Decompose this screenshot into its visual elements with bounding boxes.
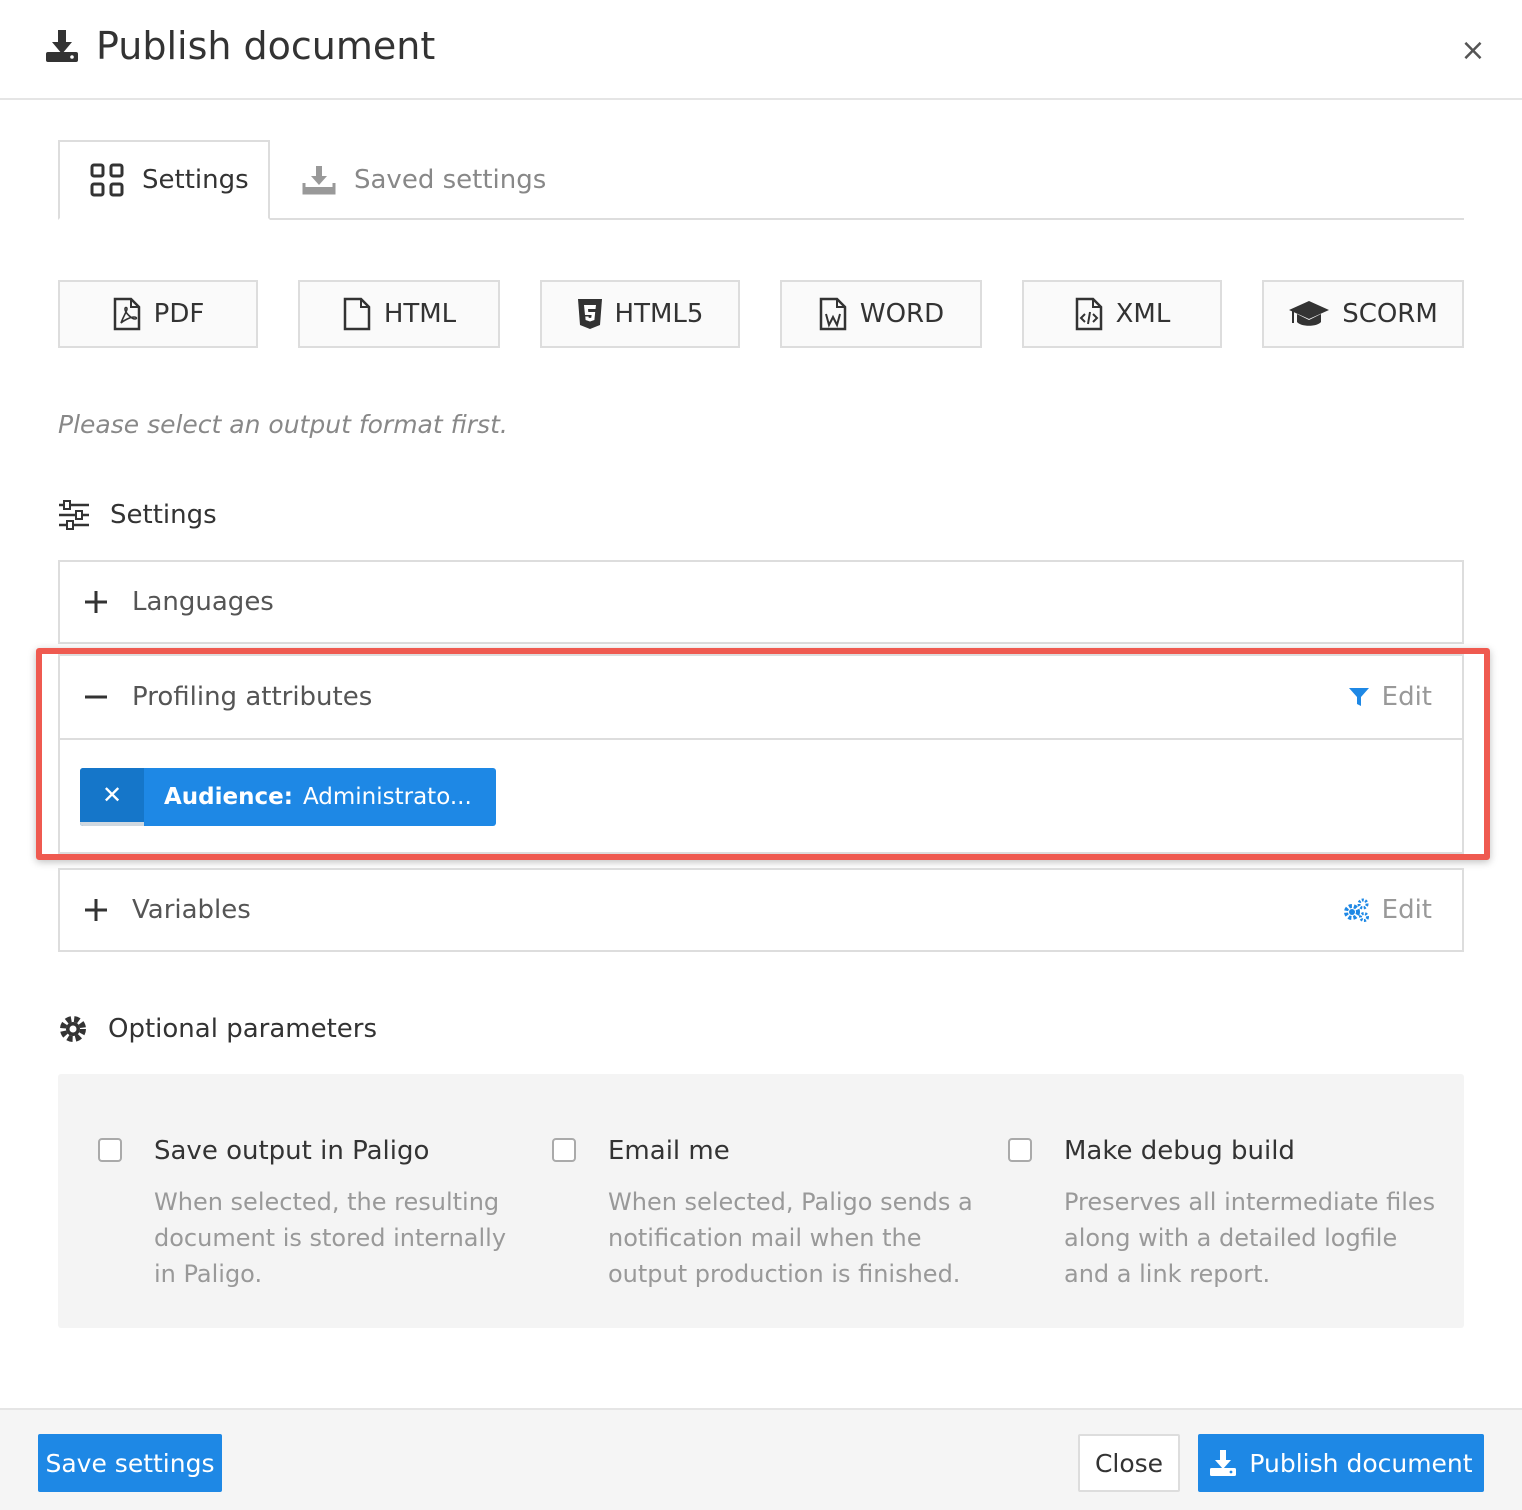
debug-build-title: Make debug build [1064,1136,1295,1166]
email-me-description: When selected, Paligo sends a notificati… [608,1188,973,1288]
format-html5-label: HTML5 [614,299,704,329]
grid-icon [90,163,124,197]
tab-saved-settings-label: Saved settings [354,165,547,195]
optional-parameters-heading: Optional parameters [58,1014,377,1044]
optional-parameters-box: Save output in Paligo When selected, the… [58,1074,1464,1328]
dialog-header: Publish document × [0,0,1522,100]
profiling-attributes-row[interactable]: Profiling attributes Edit [60,656,1462,740]
download-icon [1210,1450,1237,1476]
audience-filter-chip: ✕ Audience: Administrato... [80,768,496,826]
format-pdf-label: PDF [153,299,205,329]
pdf-file-icon [113,297,140,331]
format-xml-button[interactable]: XML [1022,280,1222,348]
format-html-label: HTML [383,299,457,329]
file-icon [343,297,371,331]
languages-panel: Languages [58,560,1464,644]
format-xml-label: XML [1115,299,1171,329]
sliders-icon [59,500,89,530]
close-button-label: Close [1094,1448,1164,1478]
publish-document-label: Publish document [1249,1448,1473,1478]
variables-label: Variables [132,895,251,925]
close-icon[interactable]: × [1458,34,1488,68]
tab-settings-label: Settings [142,165,249,195]
variables-panel: Variables Edit [58,868,1464,952]
format-word-label: WORD [859,299,945,329]
close-button[interactable]: Close [1078,1434,1180,1492]
download-icon [46,30,78,62]
graduation-cap-icon [1289,301,1330,326]
format-scorm-button[interactable]: SCORM [1262,280,1464,348]
optional-parameters-label: Optional parameters [108,1014,378,1044]
debug-build-checkbox[interactable] [1008,1138,1032,1162]
settings-heading-label: Settings [110,500,217,530]
tab-bar: Settings Saved settings [58,140,1464,220]
languages-row[interactable]: Languages [60,562,1462,642]
profiling-attributes-label: Profiling attributes [132,682,373,712]
chip-value: Administrato... [302,784,472,810]
gear-icon [60,1016,86,1042]
format-word-button[interactable]: WORD [780,280,982,348]
save-settings-button[interactable]: Save settings [38,1434,222,1492]
profiling-edit-button[interactable]: Edit [1348,682,1432,712]
publish-document-button[interactable]: Publish document [1198,1434,1484,1492]
minus-icon [85,695,107,699]
save-output-title: Save output in Paligo [154,1136,430,1166]
variables-row[interactable]: Variables Edit [60,870,1462,950]
filter-icon [1348,688,1369,706]
tab-saved-settings[interactable]: Saved settings [302,140,546,220]
format-html5-button[interactable]: HTML5 [540,280,740,348]
format-scorm-label: SCORM [1342,299,1438,329]
chip-text[interactable]: Audience: Administrato... [144,768,496,826]
output-format-group: PDF HTML HTML5 WORD XML SCORM [58,280,1464,348]
code-file-icon [1075,297,1102,331]
format-pdf-button[interactable]: PDF [58,280,258,348]
plus-icon [85,899,107,921]
save-settings-label: Save settings [45,1448,215,1478]
download-tray-icon [302,166,336,195]
languages-label: Languages [132,587,274,617]
save-output-checkbox[interactable] [98,1138,122,1162]
plus-icon [85,591,107,613]
dialog-title: Publish document [96,24,436,68]
chip-key: Audience: [164,784,293,810]
email-me-title: Email me [608,1136,730,1166]
dialog-footer: Save settings Close Publish document [0,1408,1522,1510]
variables-edit-label: Edit [1381,895,1432,925]
profiling-edit-label: Edit [1381,682,1432,712]
format-hint-text: Please select an output format first. [58,410,508,439]
gears-icon [1343,898,1369,922]
html5-icon [577,299,602,329]
save-output-description: When selected, the resulting document is… [154,1188,507,1288]
remove-chip-icon[interactable]: ✕ [80,768,144,826]
debug-build-description: Preserves all intermediate files along w… [1064,1188,1436,1288]
tab-settings[interactable]: Settings [58,140,270,220]
variables-edit-button[interactable]: Edit [1342,895,1432,925]
format-html-button[interactable]: HTML [298,280,500,348]
word-file-icon [819,297,847,331]
settings-heading: Settings [58,500,217,530]
email-me-checkbox[interactable] [552,1138,576,1162]
